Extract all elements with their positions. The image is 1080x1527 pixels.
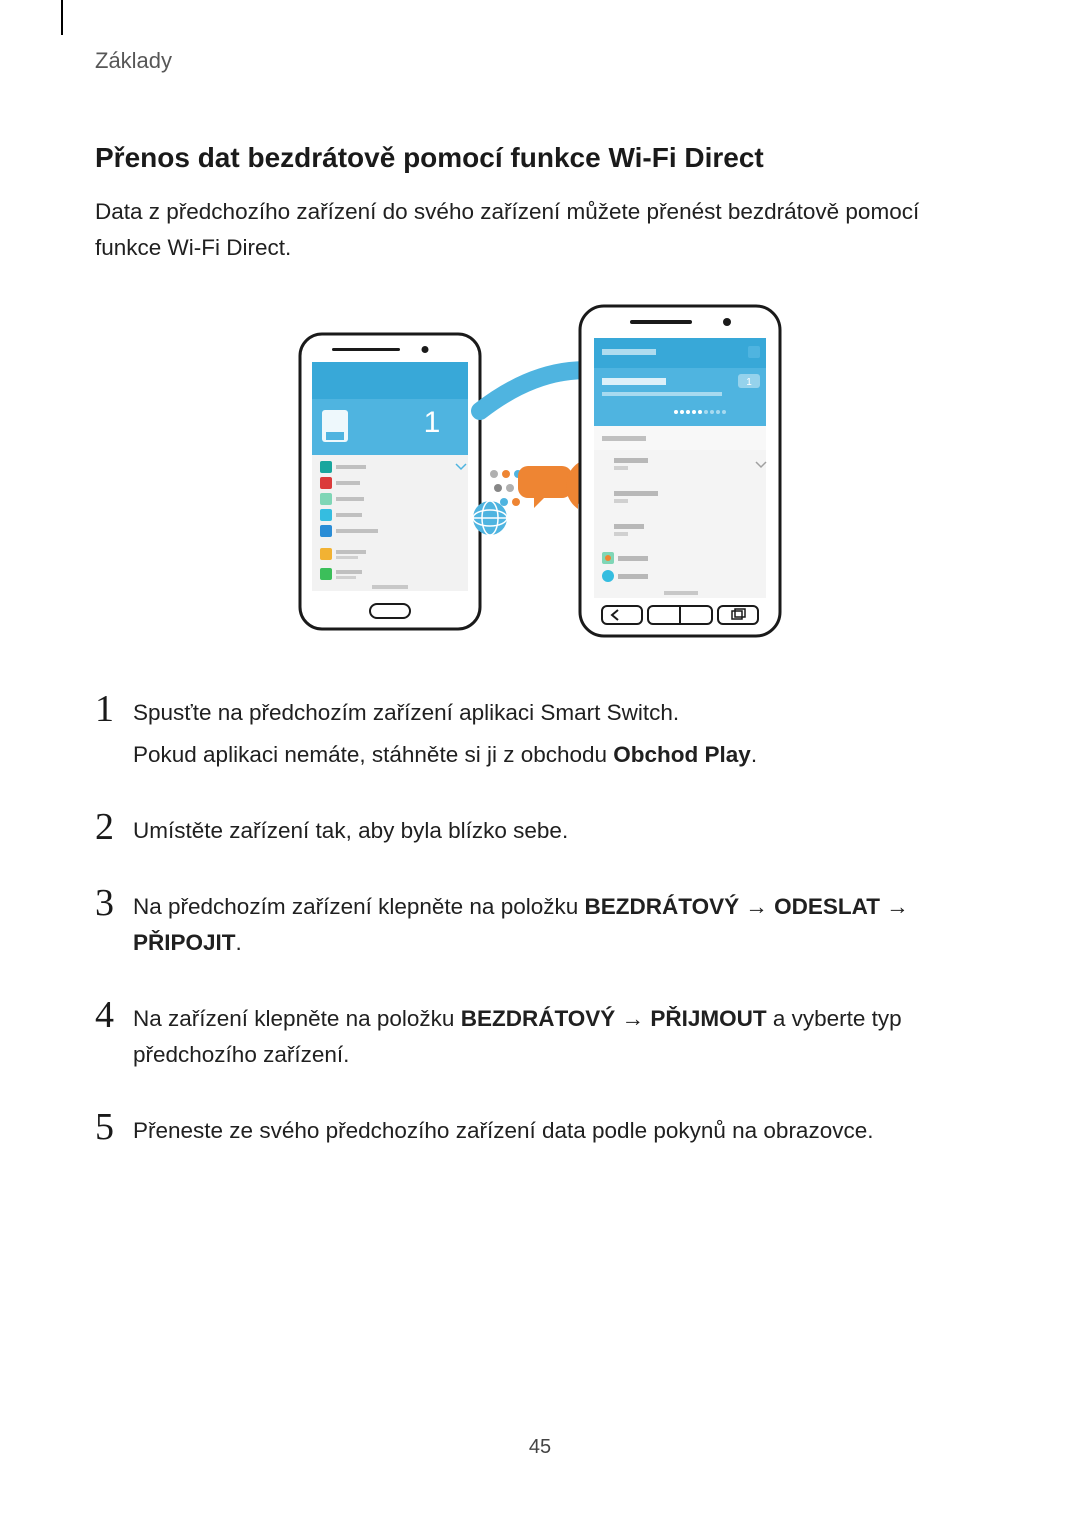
step-text: Pokud aplikaci nemáte, stáhněte si ji z … [133, 737, 985, 773]
step-text: Přeneste ze svého předchozího zařízení d… [133, 1113, 985, 1149]
right-phone-icon: 1 [580, 306, 780, 636]
step-text: Umístěte zařízení tak, aby byla blízko s… [133, 813, 985, 849]
step-text: Na zařízení klepněte na položku BEZDRÁTO… [133, 1001, 985, 1073]
step-number: 3 [95, 885, 133, 921]
svg-text:1: 1 [746, 377, 752, 388]
intro-paragraph: Data z předchozího zařízení do svého zař… [95, 194, 985, 266]
left-phone-icon: 1 [300, 334, 480, 629]
section-breadcrumb: Základy [95, 48, 172, 74]
center-speech-bubble-icon [518, 466, 572, 508]
page-number: 45 [0, 1436, 1080, 1459]
transfer-illustration: 1 [95, 296, 985, 641]
corner-mark [61, 0, 63, 35]
step-number: 1 [95, 691, 133, 727]
page-title: Přenos dat bezdrátově pomocí funkce Wi-F… [95, 142, 985, 174]
step-4: 4 Na zařízení klepněte na položku BEZDRÁ… [95, 997, 985, 1079]
step-number: 5 [95, 1109, 133, 1145]
step-number: 4 [95, 997, 133, 1033]
step-number: 2 [95, 809, 133, 845]
step-2: 2 Umístěte zařízení tak, aby byla blízko… [95, 809, 985, 855]
steps-list: 1 Spusťte na předchozím zařízení aplikac… [95, 691, 985, 1155]
step-text: Na předchozím zařízení klepněte na polož… [133, 889, 985, 961]
step-3: 3 Na předchozím zařízení klepněte na pol… [95, 885, 985, 967]
left-phone-progress-label: 1 [424, 406, 441, 439]
progress-dots [674, 410, 726, 414]
step-1: 1 Spusťte na předchozím zařízení aplikac… [95, 691, 985, 779]
step-text: Spusťte na předchozím zařízení aplikaci … [133, 695, 985, 731]
step-5: 5 Přeneste ze svého předchozího zařízení… [95, 1109, 985, 1155]
right-phone-transferring-label [602, 378, 666, 385]
